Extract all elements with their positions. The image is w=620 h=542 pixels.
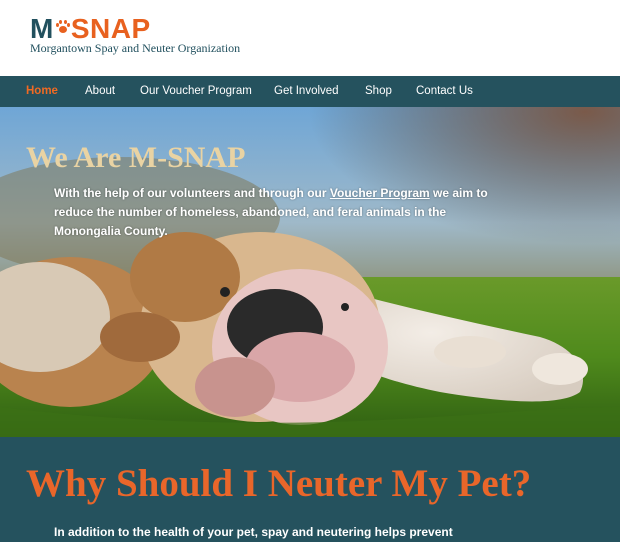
hero-text-part-1: With the help of our volunteers and thro… [54,186,330,200]
paw-icon [55,20,70,34]
nav-item-voucher-program[interactable]: Our Voucher Program [140,85,252,97]
nav-item-about[interactable]: About [85,85,115,97]
site-header: M SNAP Morgantown Spay and Neuter Organi… [0,0,620,76]
voucher-program-link[interactable]: Voucher Program [330,186,430,200]
hero-title: We Are M-SNAP [26,141,246,174]
main-nav: Home About Our Voucher Program Get Invol… [0,76,620,107]
nav-item-get-involved[interactable]: Get Involved [274,85,339,97]
why-section-title: Why Should I Neuter My Pet? [26,462,532,505]
why-section-text: In addition to the health of your pet, s… [54,525,453,539]
nav-item-shop[interactable]: Shop [365,85,392,97]
site-logo[interactable]: M SNAP [30,14,151,44]
hero-intro-text: With the help of our volunteers and thro… [54,184,514,241]
logo-snap-text: SNAP [70,13,151,44]
logo-m-letter: M [30,13,54,44]
nav-item-home[interactable]: Home [26,85,58,97]
why-neuter-section: Why Should I Neuter My Pet? In addition … [0,437,620,542]
hero-banner: We Are M-SNAP With the help of our volun… [0,107,620,437]
site-tagline: Morgantown Spay and Neuter Organization [30,41,241,55]
nav-item-contact-us[interactable]: Contact Us [416,85,473,97]
